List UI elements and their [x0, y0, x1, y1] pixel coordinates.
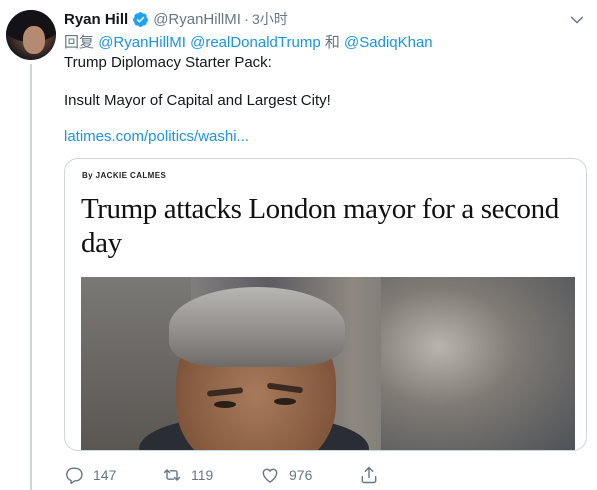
replying-to: 回复 @RyanHillMI @realDonaldTrump 和 @Sadiq… [64, 31, 433, 52]
thread-line [30, 64, 32, 490]
tweet-actions: 147 119 976 [64, 463, 394, 487]
card-photo [81, 277, 575, 450]
retweet-icon [163, 469, 181, 481]
reply-conjunction: 和 [324, 34, 340, 51]
photo-hair [169, 287, 345, 367]
photo-background [381, 277, 575, 450]
tweet[interactable]: Ryan Hill @RyanHillMI · 3小时 回复 @RyanHill… [0, 0, 597, 490]
photo-eye [214, 401, 236, 408]
article-link[interactable]: latimes.com/politics/washi... [64, 128, 249, 145]
tweet-text-line: Trump Diplomacy Starter Pack: [64, 54, 272, 71]
author-display-name[interactable]: Ryan Hill [64, 11, 128, 28]
like-count: 976 [289, 467, 313, 483]
reply-count: 147 [93, 467, 117, 483]
card-headline: Trump attacks London mayor for a second … [81, 193, 559, 259]
reply-button[interactable]: 147 [64, 463, 116, 487]
share-icon [361, 466, 377, 484]
share-button[interactable] [359, 463, 379, 487]
mention-link[interactable]: @RyanHillMI [98, 34, 186, 51]
retweet-button[interactable]: 119 [162, 463, 213, 487]
like-button[interactable]: 976 [260, 463, 312, 487]
chevron-down-icon[interactable] [569, 12, 585, 28]
tweet-timestamp[interactable]: 3小时 [252, 9, 288, 29]
photo-eye [274, 398, 296, 405]
author-handle[interactable]: @RyanHillMI [153, 11, 241, 28]
retweet-count: 119 [191, 467, 214, 483]
mention-link[interactable]: @SadiqKhan [344, 34, 433, 51]
avatar-face [23, 26, 45, 54]
card-byline: By JACKIE CALMES [82, 171, 167, 180]
tweet-text-line: Insult Mayor of Capital and Largest City… [64, 92, 331, 109]
tweet-header: Ryan Hill @RyanHillMI · 3小时 [64, 8, 288, 30]
avatar[interactable] [6, 10, 56, 60]
separator-dot: · [243, 10, 249, 28]
heart-icon [262, 468, 278, 483]
mention-link[interactable]: @realDonaldTrump [190, 34, 321, 51]
reply-icon [66, 467, 83, 485]
link-preview-card[interactable]: By JACKIE CALMES Trump attacks London ma… [64, 158, 587, 451]
verified-badge-icon [133, 11, 149, 27]
reply-prefix: 回复 [64, 34, 95, 51]
